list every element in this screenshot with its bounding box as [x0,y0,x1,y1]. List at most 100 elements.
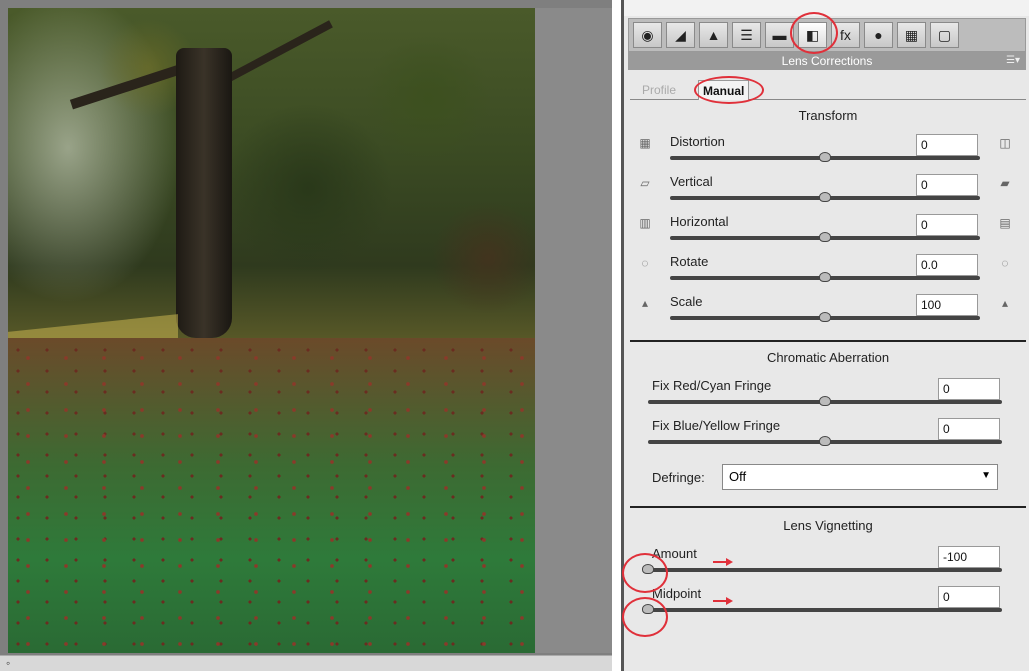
fix-red-cyan-fringe-value-input[interactable]: 0 [938,378,1000,400]
lens-vignetting-title: Lens Vignetting [783,518,873,533]
defringe-value: Off [729,469,747,484]
fix-blue-yellow-fringe-slider-track[interactable] [648,436,1002,446]
scale-increase-icon: ▴ [1001,296,1009,310]
horizontal-slider-thumb[interactable] [819,232,831,242]
status-bar: ◦ [0,655,612,671]
rotate-row: ◌ Rotate 0.0 ◌ [636,252,1026,292]
tone-curve-tab-button[interactable]: ◢ [666,22,695,48]
rotate-decrease-icon: ◌ [641,256,649,270]
horizontal-increase-icon: ▤ [999,216,1011,230]
horizontal-value-input[interactable]: 0 [916,214,978,236]
amount-slider-thumb[interactable] [642,564,654,574]
amount-label: Amount [652,546,697,561]
status-icon: ◦ [6,656,11,670]
scale-row: ▴ Scale 100 ▴ [636,292,1026,332]
fix-red-cyan-fringe-row: Fix Red/Cyan Fringe 0 [636,376,1026,416]
basic-tab-button[interactable]: ◉ [633,22,662,48]
vertical-slider-thumb[interactable] [819,192,831,202]
horizontal-decrease-icon: ▥ [639,216,651,230]
distortion-slider-track[interactable] [670,152,980,162]
fix-red-cyan-fringe-label: Fix Red/Cyan Fringe [652,378,772,393]
scale-decrease-icon: ▴ [641,296,649,310]
midpoint-slider-track[interactable] [642,604,1002,614]
panel-top-edge [624,0,1029,16]
tree-trunk [176,48,232,338]
midpoint-value-input[interactable]: 0 [938,586,1000,608]
tab-profile[interactable]: Profile [638,80,680,100]
panel-section-header: Lens Corrections ☰▾ [628,52,1026,70]
camera-calibration-icon: ● [874,27,883,43]
midpoint-slider-thumb[interactable] [642,604,654,614]
panel-title: Lens Corrections [781,54,873,68]
lens-corrections-tab-button[interactable]: ◧ [798,22,827,48]
detail-tab-button[interactable]: ▲ [699,22,728,48]
distortion-slider-thumb[interactable] [819,152,831,162]
vertical-label: Vertical [670,174,713,189]
panel-toolbar: ◉ ◢ ▲ ☰ ▬ ◧ fx ● ▦ ▢ [628,18,1026,52]
image-preview-area: ◦ [0,0,612,671]
fix-blue-yellow-fringe-slider-thumb[interactable] [819,436,831,446]
lens-corrections-icon: ◧ [805,26,820,43]
annotation-arrow [713,597,733,605]
basic-icon: ◉ [641,26,654,43]
leaf-covered-ground [8,338,535,653]
fix-red-cyan-fringe-slider-thumb[interactable] [819,396,831,406]
distortion-label: Distortion [670,134,725,149]
amount-row: Amount -100 [636,544,1026,584]
fix-red-cyan-fringe-slider-track[interactable] [648,396,1002,406]
tab-bar: Profile Manual [630,78,1026,100]
presets-tab-button[interactable]: ▦ [897,22,926,48]
distortion-decrease-icon: ▦ [639,136,651,150]
fix-blue-yellow-fringe-value-input[interactable]: 0 [938,418,1000,440]
vertical-row: ▱ Vertical 0 ▰ [636,172,1026,212]
annotation-arrow [713,558,733,566]
canvas-background [535,8,612,653]
section-divider [630,340,1026,342]
split-toning-icon: ▬ [772,27,787,43]
effects-icon: fx [840,27,851,43]
chromatic-aberration-title: Chromatic Aberration [766,350,890,365]
split-toning-tab-button[interactable]: ▬ [765,22,794,48]
effects-tab-button[interactable]: fx [831,22,860,48]
horizontal-row: ▥ Horizontal 0 ▤ [636,212,1026,252]
vertical-decrease-icon: ▱ [640,176,650,190]
scale-label: Scale [670,294,703,309]
distortion-increase-icon: ◫ [999,136,1011,150]
defringe-label: Defringe: [652,470,705,485]
distortion-value-input[interactable]: 0 [916,134,978,156]
amount-value-input[interactable]: -100 [938,546,1000,568]
section-divider [630,506,1026,508]
distortion-row: ▦ Distortion 0 ◫ [636,132,1026,172]
scale-value-input[interactable]: 100 [916,294,978,316]
amount-slider-track[interactable] [642,564,1002,574]
defringe-control: Defringe: Off ▼ [652,464,1022,492]
vertical-increase-icon: ▰ [1000,176,1010,190]
adjustments-panel: ◉ ◢ ▲ ☰ ▬ ◧ fx ● ▦ ▢ Lens Corrections ☰▾ Profile … [621,0,1029,671]
rotate-slider-track[interactable] [670,272,980,282]
dropdown-arrow-icon: ▼ [981,470,991,481]
panel-menu-icon[interactable]: ☰▾ [1006,52,1020,70]
hsl-icon: ☰ [740,26,753,43]
snapshots-tab-button[interactable]: ▢ [930,22,959,48]
scale-slider-thumb[interactable] [819,312,831,322]
vertical-slider-track[interactable] [670,192,980,202]
defringe-select[interactable]: Off ▼ [722,464,998,490]
rotate-increase-icon: ◌ [1001,256,1009,270]
detail-icon: ▲ [706,27,721,43]
camera-calibration-tab-button[interactable]: ● [864,22,893,48]
rotate-slider-thumb[interactable] [819,272,831,282]
hsl-tab-button[interactable]: ☰ [732,22,761,48]
presets-icon: ▦ [904,26,919,43]
transform-title: Transform [798,108,858,123]
horizontal-label: Horizontal [670,214,729,229]
rotate-label: Rotate [670,254,709,269]
tone-curve-icon: ◢ [675,26,686,43]
vertical-value-input[interactable]: 0 [916,174,978,196]
midpoint-row: Midpoint 0 [636,584,1026,624]
tab-manual[interactable]: Manual [698,80,750,100]
photo-preview [8,8,535,653]
rotate-value-input[interactable]: 0.0 [916,254,978,276]
fix-blue-yellow-fringe-row: Fix Blue/Yellow Fringe 0 [636,416,1026,456]
horizontal-slider-track[interactable] [670,232,980,242]
scale-slider-track[interactable] [670,312,980,322]
